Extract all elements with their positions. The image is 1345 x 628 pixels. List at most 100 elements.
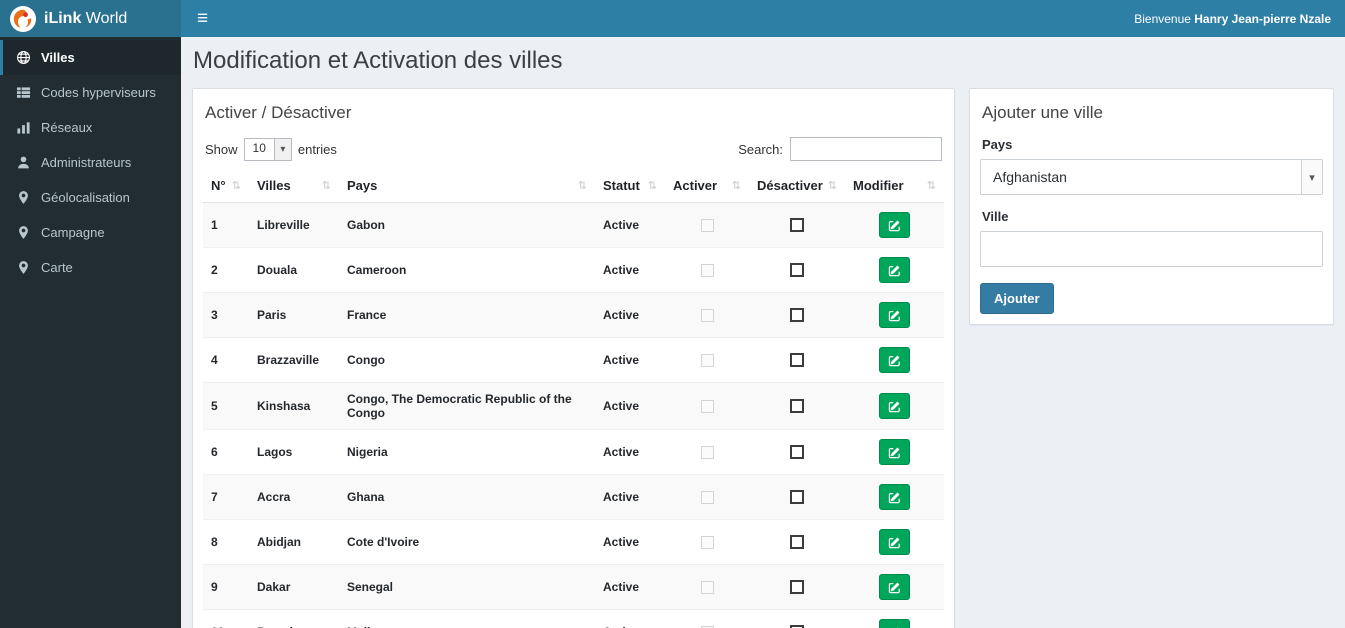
bar-chart-icon <box>16 120 31 135</box>
sidebar-item-administrateurs[interactable]: Administrateurs <box>0 145 181 180</box>
cell-modifier <box>845 609 944 628</box>
sort-icon: ⇅ <box>731 180 741 192</box>
edit-button[interactable] <box>879 257 910 283</box>
table-row: 10BamakoMaliActive <box>203 609 944 628</box>
edit-button[interactable] <box>879 529 910 555</box>
table-panel-title: Activer / Désactiver <box>205 103 352 122</box>
cell-activer <box>665 564 749 610</box>
activer-checkbox <box>700 491 714 505</box>
edit-button[interactable] <box>879 347 910 373</box>
cell-statut: Active <box>595 609 665 628</box>
desactiver-checkbox[interactable] <box>790 580 804 595</box>
activer-checkbox <box>700 581 714 595</box>
cell-modifier <box>845 519 944 565</box>
cell-activer <box>665 429 749 475</box>
activer-checkbox <box>700 264 714 278</box>
cell-pays: Senegal <box>339 564 595 610</box>
edit-button[interactable] <box>879 212 910 238</box>
cell-pays: France <box>339 292 595 338</box>
ville-input[interactable] <box>980 231 1323 267</box>
sidebar-item-geolocalisation[interactable]: Géolocalisation <box>0 180 181 215</box>
cell-pays: Mali <box>339 609 595 628</box>
cell-desactiver <box>749 429 845 475</box>
cell-ville: Paris <box>249 292 339 338</box>
column-header-activer[interactable]: Activer ⇅ <box>665 171 749 203</box>
cell-num: 6 <box>203 429 249 475</box>
desactiver-checkbox[interactable] <box>790 445 804 460</box>
hamburger-menu-button[interactable]: ≡ <box>181 0 224 37</box>
sidebar-item-codes-hyperviseurs[interactable]: Codes hyperviseurs <box>0 75 181 110</box>
add-city-panel: Ajouter une ville Pays Afghanistan ▾ Vil… <box>969 88 1334 325</box>
desactiver-checkbox[interactable] <box>790 535 804 550</box>
cell-ville: Brazzaville <box>249 337 339 383</box>
column-header-villes[interactable]: Villes ⇅ <box>249 171 339 203</box>
ville-label: Ville <box>982 209 1009 224</box>
sidebar-item-villes[interactable]: Villes <box>0 40 181 75</box>
welcome-user: Hanry Jean-pierre Nzale <box>1194 11 1331 26</box>
cell-desactiver <box>749 292 845 338</box>
cell-desactiver <box>749 519 845 565</box>
sidebar-item-carte[interactable]: Carte <box>0 250 181 285</box>
cell-pays: Ghana <box>339 474 595 520</box>
ajouter-button[interactable]: Ajouter <box>980 283 1054 314</box>
activer-checkbox <box>700 400 714 414</box>
column-header-n[interactable]: N° ⇅ <box>203 171 249 203</box>
desactiver-checkbox[interactable] <box>790 399 804 414</box>
main-column: ≡ Bienvenue Hanry Jean-pierre Nzale Modi… <box>181 0 1345 628</box>
sidebar-item-reseaux[interactable]: Réseaux <box>0 110 181 145</box>
cell-pays: Cote d'Ivoire <box>339 519 595 565</box>
cell-ville: Bamako <box>249 609 339 628</box>
column-header-modifier[interactable]: Modifier ⇅ <box>845 171 944 203</box>
cell-num: 10 <box>203 609 249 628</box>
column-header-desactiver[interactable]: Désactiver ⇅ <box>749 171 845 203</box>
edit-button[interactable] <box>879 439 910 465</box>
edit-button[interactable] <box>879 393 910 419</box>
edit-button[interactable] <box>879 484 910 510</box>
table-row: 1 Libreville Gabon Active <box>203 202 944 248</box>
desactiver-checkbox[interactable] <box>790 263 804 278</box>
chevron-down-icon: ▾ <box>1301 160 1322 194</box>
app-root: iLink World Villes Codes hyperviseurs Rése… <box>0 0 1345 628</box>
activer-checkbox <box>700 219 714 233</box>
cell-activer <box>665 292 749 338</box>
cell-activer <box>665 202 749 248</box>
cell-ville: Douala <box>249 247 339 293</box>
cell-pays: Gabon <box>339 202 595 248</box>
page-length-select[interactable]: 10 ▾ <box>243 137 292 161</box>
cell-activer <box>665 247 749 293</box>
pays-select[interactable]: Afghanistan ▾ <box>980 159 1323 195</box>
brand[interactable]: iLink World <box>0 0 181 37</box>
sort-icon: ⇅ <box>926 180 936 192</box>
cell-modifier <box>845 247 944 293</box>
cell-activer <box>665 382 749 430</box>
desactiver-checkbox[interactable] <box>790 218 804 233</box>
edit-button[interactable] <box>879 619 910 628</box>
column-header-statut[interactable]: Statut ⇅ <box>595 171 665 203</box>
cell-num: 1 <box>203 202 249 248</box>
cell-statut: Active <box>595 247 665 293</box>
cell-modifier <box>845 337 944 383</box>
sort-icon: ⇅ <box>321 180 331 192</box>
edit-button[interactable] <box>879 574 910 600</box>
cell-pays: Congo, The Democratic Republic of the Co… <box>339 382 595 430</box>
cell-num: 3 <box>203 292 249 338</box>
cell-desactiver <box>749 337 845 383</box>
column-header-pays[interactable]: Pays ⇅ <box>339 171 595 203</box>
cities-table-panel: Activer / Désactiver Show 10 ▾ entries S… <box>192 88 955 628</box>
cell-ville: Lagos <box>249 429 339 475</box>
cell-statut: Active <box>595 292 665 338</box>
desactiver-checkbox[interactable] <box>790 308 804 323</box>
datatable-controls: Show 10 ▾ entries Search: <box>205 137 942 161</box>
desactiver-checkbox[interactable] <box>790 490 804 505</box>
desactiver-checkbox[interactable] <box>790 353 804 368</box>
user-menu[interactable]: Bienvenue Hanry Jean-pierre Nzale <box>1134 12 1345 26</box>
search-input[interactable] <box>790 137 942 161</box>
table-row: 3 Paris France Active <box>203 292 944 338</box>
sort-icon: ⇅ <box>647 180 657 192</box>
sort-icon: ⇅ <box>577 180 587 192</box>
map-marker-icon <box>16 260 31 275</box>
edit-button[interactable] <box>879 302 910 328</box>
cell-statut: Active <box>595 337 665 383</box>
sidebar-item-campagne[interactable]: Campagne <box>0 215 181 250</box>
cell-statut: Active <box>595 519 665 565</box>
